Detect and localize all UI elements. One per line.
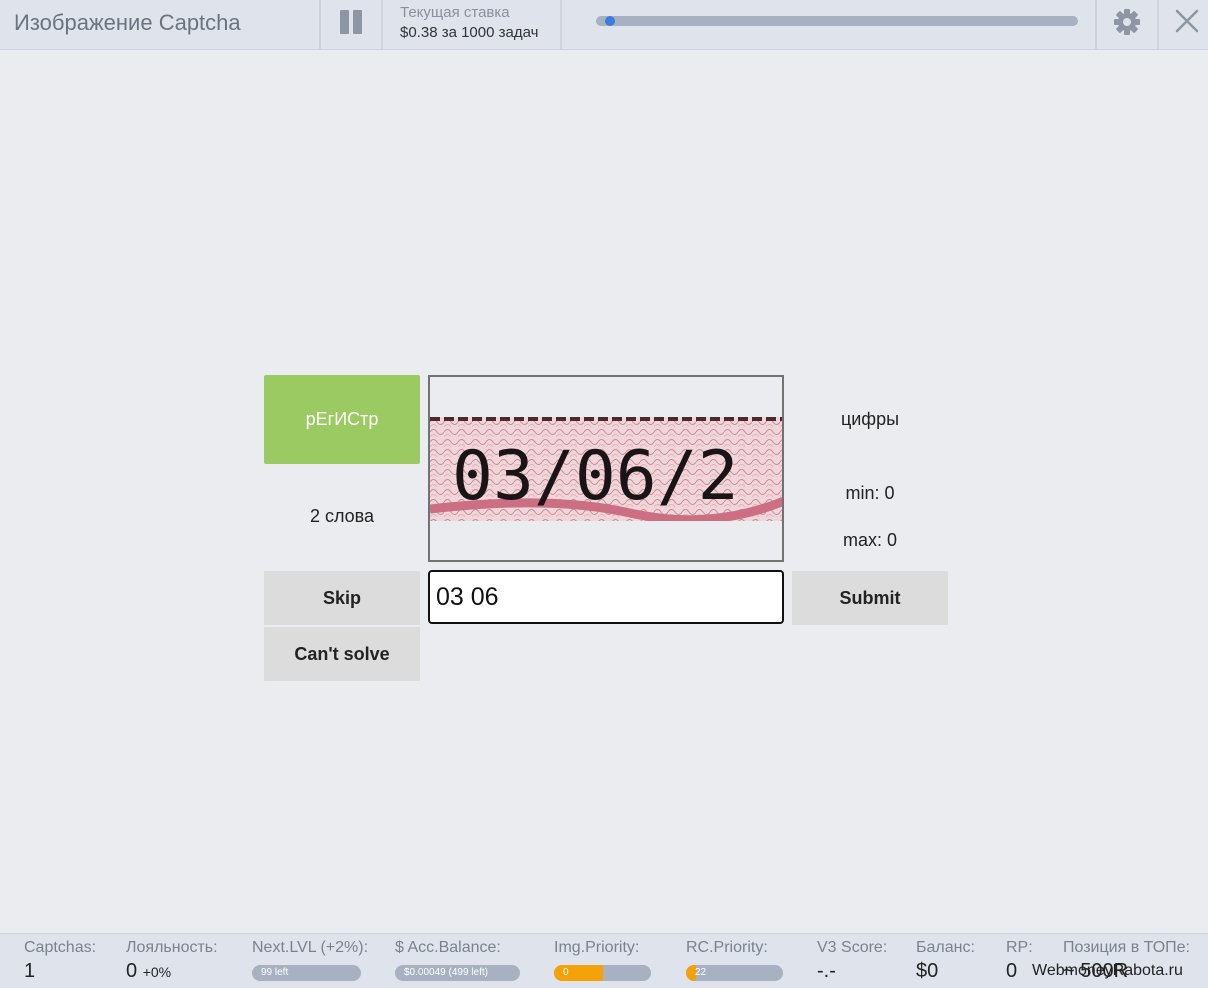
stat-value: 0 +0% xyxy=(126,960,171,983)
rate-value: $0.38 за 1000 задач xyxy=(400,24,539,41)
close-button[interactable] xyxy=(1160,0,1208,49)
answer-input[interactable] xyxy=(428,570,784,624)
bar-text: $0.00049 (499 left) xyxy=(404,967,488,978)
stat-label: Next.LVL (+2%): xyxy=(252,939,369,956)
stat-value: -.- xyxy=(817,960,836,982)
max-length-label: max: 0 xyxy=(842,530,898,550)
answer-type-label: цифры xyxy=(840,409,900,429)
divider xyxy=(1095,0,1097,49)
top-bar: Изображение Captcha Текущая ставка $0.38… xyxy=(0,0,1208,50)
stat-value: 0 xyxy=(1006,960,1018,982)
close-icon xyxy=(1175,9,1199,33)
img-priority-bar: 0 xyxy=(554,965,651,981)
stat-value: 1 xyxy=(24,960,36,982)
gear-icon xyxy=(1114,9,1140,35)
settings-button[interactable] xyxy=(1100,0,1156,49)
stat-value: $0 xyxy=(916,960,939,982)
min-length-label: min: 0 xyxy=(845,483,895,503)
bar-text: 99 left xyxy=(261,967,289,978)
stat-label: Позиция в ТОПе: xyxy=(1063,939,1190,956)
watermark-text: WebmoneyRabota.ru xyxy=(1032,962,1183,979)
stat-label: Лояльность: xyxy=(126,939,218,956)
captcha-image: 03/06/2 xyxy=(430,417,782,521)
stat-label: Баланс: xyxy=(916,939,975,956)
page-title: Изображение Captcha xyxy=(14,10,241,35)
divider xyxy=(1157,0,1159,49)
cant-solve-button[interactable]: Can't solve xyxy=(264,627,420,681)
rate-label: Текущая ставка xyxy=(400,4,510,21)
divider xyxy=(560,0,562,49)
stat-label: RC.Priority: xyxy=(686,939,768,956)
bar-text: 0 xyxy=(563,967,569,978)
progress-indicator xyxy=(605,16,616,26)
next-level-bar: 99 left xyxy=(252,965,361,981)
task-progress-bar xyxy=(596,16,1078,26)
stat-label: Img.Priority: xyxy=(554,939,640,956)
stat-label: $ Acc.Balance: xyxy=(395,939,501,956)
captcha-frame: 03/06/2 xyxy=(428,375,784,562)
rc-priority-bar: 22 xyxy=(686,965,783,981)
stat-label: RP: xyxy=(1006,939,1033,956)
loyalty-value: 0 xyxy=(126,960,138,982)
divider xyxy=(381,0,383,49)
acc-balance-bar: $0.00049 (499 left) xyxy=(395,965,520,981)
loyalty-delta: +0% xyxy=(142,964,172,980)
skip-button[interactable]: Skip xyxy=(264,571,420,625)
pause-button[interactable] xyxy=(321,0,381,49)
stats-bar: Captchas: 1 Лояльность: 0 +0% Next.LVL (… xyxy=(0,933,1208,988)
captcha-text: 03/06/2 xyxy=(452,437,739,516)
stat-label: Captchas: xyxy=(24,939,97,956)
submit-button[interactable]: Submit xyxy=(792,571,948,625)
words-count-label: 2 слова xyxy=(309,506,375,526)
bar-text: 22 xyxy=(695,967,707,978)
stat-label: V3 Score: xyxy=(817,939,888,956)
case-sensitive-button[interactable]: рЕгИСтр xyxy=(264,375,420,464)
